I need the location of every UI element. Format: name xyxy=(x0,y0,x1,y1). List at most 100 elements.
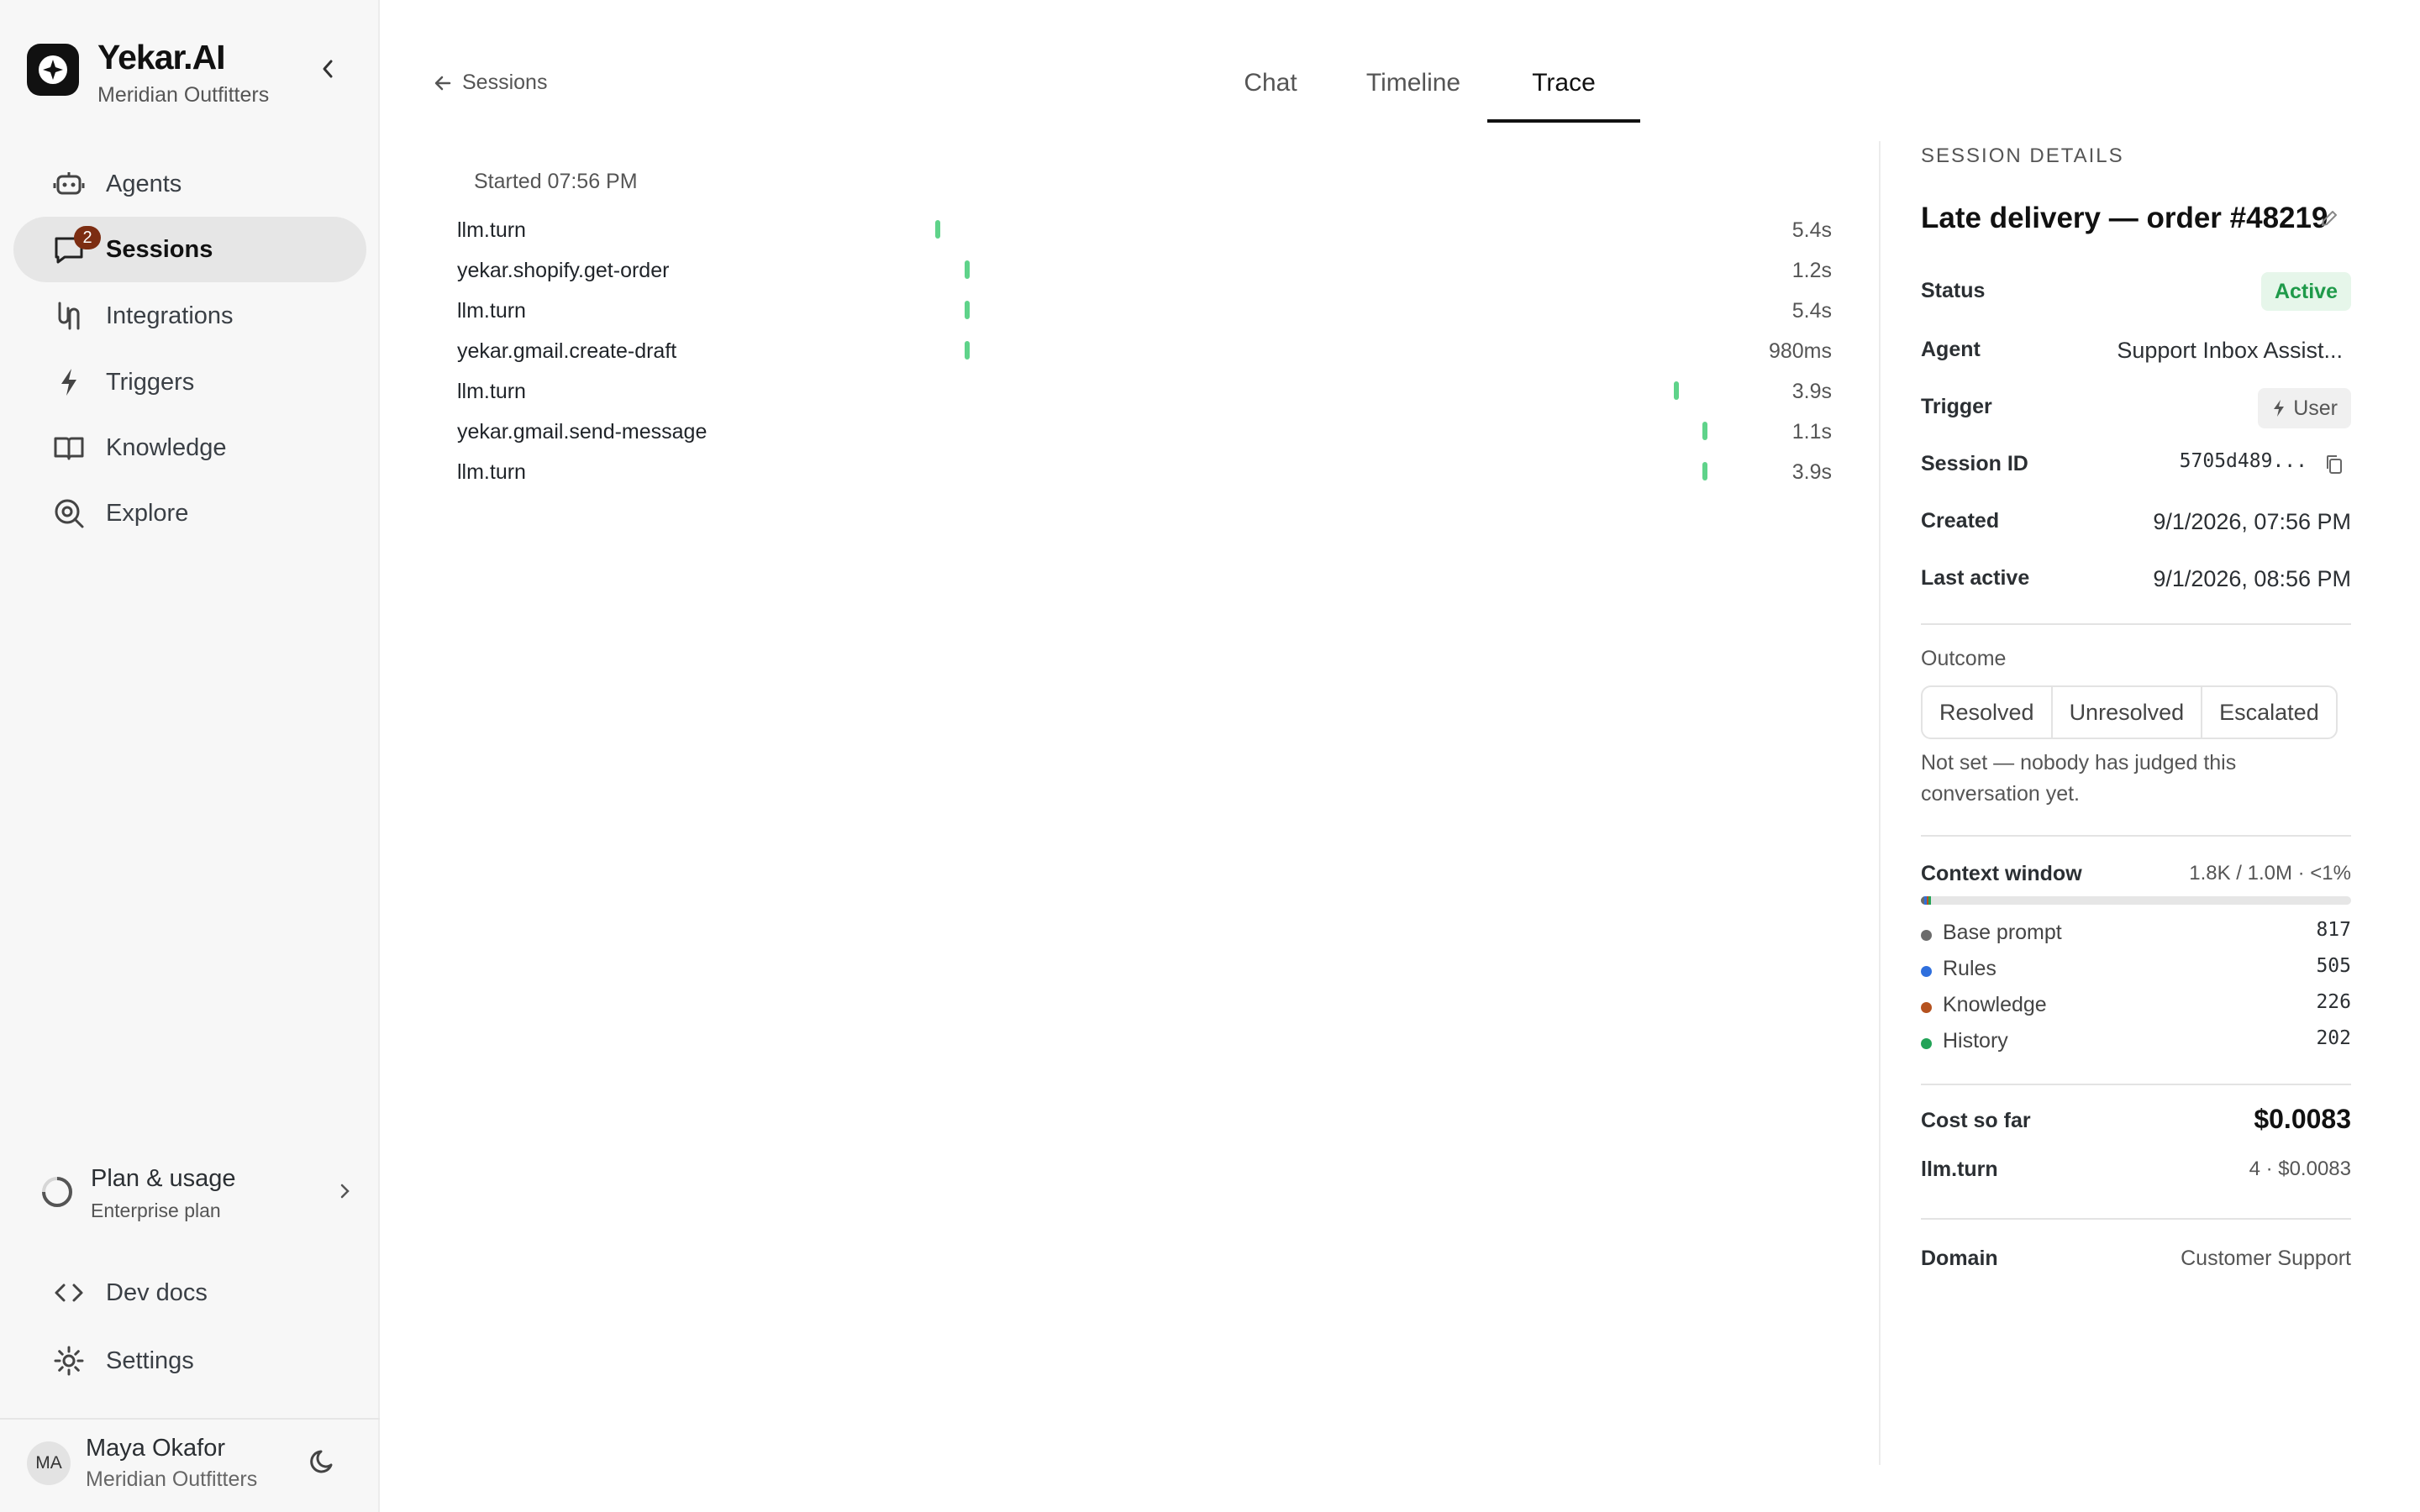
session-id-label: Session ID xyxy=(1921,452,2028,475)
context-item-value: 202 xyxy=(2316,1027,2351,1049)
trace-row[interactable]: yekar.gmail.send-message 1.1s xyxy=(457,415,1832,449)
cost-row: Cost so far $0.0083 xyxy=(1921,1102,2351,1144)
context-item: History 202 xyxy=(1921,1026,2351,1059)
explore-icon xyxy=(50,495,87,532)
outcome-label: Outcome xyxy=(1921,647,2007,670)
created-row: Created 9/1/2026, 07:56 PM xyxy=(1921,502,2351,544)
context-item: Rules 505 xyxy=(1921,953,2351,987)
chevron-left-icon xyxy=(323,60,333,78)
avatar: MA xyxy=(27,1441,71,1485)
context-item-value: 505 xyxy=(2316,955,2351,977)
copy-session-id-button[interactable] xyxy=(2324,454,2344,480)
span-bar xyxy=(1674,381,1679,400)
trace-row[interactable]: llm.turn 5.4s xyxy=(457,213,1832,247)
collapse-sidebar-button[interactable] xyxy=(313,54,343,84)
session-id-row: Session ID 5705d489... xyxy=(1921,445,2351,487)
sidebar-item-sessions[interactable]: 2 Sessions xyxy=(13,217,366,282)
org-name: Meridian Outfitters xyxy=(97,83,270,108)
session-title: Late delivery — order #48219 xyxy=(1921,202,2328,234)
sidebar-item-integrations[interactable]: Integrations xyxy=(13,283,366,349)
trace-row[interactable]: llm.turn 3.9s xyxy=(457,375,1832,408)
sidebar-item-knowledge[interactable]: Knowledge xyxy=(13,415,366,480)
edit-title-button[interactable] xyxy=(2319,208,2339,233)
span-duration: 980ms xyxy=(1768,339,1832,363)
sidebar-item-explore[interactable]: Explore xyxy=(13,480,366,546)
context-item-name: Base prompt xyxy=(1943,921,2062,944)
sidebar-item-label: Knowledge xyxy=(106,433,227,461)
trace-row[interactable]: yekar.gmail.create-draft 980ms xyxy=(457,334,1832,368)
sidebar-item-label: Triggers xyxy=(106,368,195,396)
code-icon xyxy=(50,1274,87,1311)
pencil-icon xyxy=(2322,211,2337,226)
logo-icon xyxy=(27,44,79,96)
copy-icon xyxy=(2327,455,2342,474)
span-bar xyxy=(935,220,940,239)
theme-toggle-button[interactable] xyxy=(309,1446,339,1481)
user-name: Maya Okafor xyxy=(86,1435,225,1462)
sidebar-item-triggers[interactable]: Triggers xyxy=(13,349,366,415)
span-bar xyxy=(965,301,970,319)
chevron-right-icon xyxy=(339,1181,351,1205)
span-name: llm.turn xyxy=(457,460,526,484)
plan-usage-link[interactable]: Plan & usage Enterprise plan xyxy=(40,1158,351,1230)
span-duration: 5.4s xyxy=(1791,218,1832,242)
divider xyxy=(1921,835,2351,837)
settings-link[interactable]: Settings xyxy=(13,1331,366,1390)
notification-badge: 2 xyxy=(74,226,101,249)
cost-label: Cost so far xyxy=(1921,1109,2031,1132)
tab-timeline[interactable]: Timeline xyxy=(1338,54,1489,123)
span-name: llm.turn xyxy=(457,299,526,323)
context-usage-bar xyxy=(1921,896,2351,905)
back-to-sessions-link[interactable]: Sessions xyxy=(434,71,547,95)
trigger-label: Trigger xyxy=(1921,395,1992,418)
trace-row[interactable]: llm.turn 5.4s xyxy=(457,294,1832,328)
color-dot xyxy=(1921,1038,1932,1049)
context-item-value: 817 xyxy=(2316,919,2351,941)
session-id-value: 5705d489... xyxy=(2179,450,2307,472)
cost-breakdown-row: llm.turn 4 · $0.0083 xyxy=(1921,1151,2351,1193)
tab-chat[interactable]: Chat xyxy=(1212,54,1329,123)
agent-link[interactable]: Support Inbox Assist... xyxy=(2117,338,2343,364)
span-name: yekar.shopify.get-order xyxy=(457,259,670,282)
panel-heading: SESSION DETAILS xyxy=(1921,144,2124,167)
span-duration: 3.9s xyxy=(1791,460,1832,484)
color-dot xyxy=(1921,1002,1932,1013)
user-menu[interactable]: MA Maya Okafor Meridian Outfitters xyxy=(27,1435,257,1492)
cost-item-value: 4 · $0.0083 xyxy=(2249,1158,2351,1180)
sidebar-item-label: Integrations xyxy=(106,302,234,329)
trace-row[interactable]: yekar.shopify.get-order 1.2s xyxy=(457,254,1832,287)
arrow-left-icon xyxy=(434,76,451,90)
status-row: Status Active xyxy=(1921,272,2351,314)
brand[interactable]: Yekar.AI Meridian Outfitters xyxy=(27,38,270,108)
outcome-unresolved-button[interactable]: Unresolved xyxy=(2053,687,2203,738)
outcome-escalated-button[interactable]: Escalated xyxy=(2202,687,2336,738)
agent-label: Agent xyxy=(1921,338,1981,361)
bolt-icon xyxy=(2274,400,2285,417)
span-name: llm.turn xyxy=(457,380,526,403)
context-item-name: Knowledge xyxy=(1943,993,2047,1016)
divider xyxy=(0,1418,380,1420)
sidebar: Yekar.AI Meridian Outfitters Agents 2 Se… xyxy=(0,0,380,1512)
last-active-value: 9/1/2026, 08:56 PM xyxy=(2153,566,2351,591)
outcome-resolved-button[interactable]: Resolved xyxy=(1923,687,2053,738)
sidebar-item-agents[interactable]: Agents xyxy=(13,151,366,217)
span-bar xyxy=(1702,422,1707,440)
user-org: Meridian Outfitters xyxy=(86,1467,258,1491)
span-duration: 1.1s xyxy=(1791,420,1832,444)
trigger-badge: User xyxy=(2258,388,2351,428)
dev-docs-link[interactable]: Dev docs xyxy=(13,1263,366,1322)
domain-label: Domain xyxy=(1921,1247,1998,1270)
span-name: llm.turn xyxy=(457,218,526,242)
ctx-seg-history xyxy=(1928,896,1931,905)
app-name: Yekar.AI xyxy=(97,38,226,76)
tab-trace[interactable]: Trace xyxy=(1487,54,1640,123)
context-item: Base prompt 817 xyxy=(1921,917,2351,951)
plan-subtitle: Enterprise plan xyxy=(91,1200,221,1221)
status-badge: Active xyxy=(2260,272,2351,311)
dev-docs-label: Dev docs xyxy=(106,1278,208,1306)
trace-start-time: Started 07:56 PM xyxy=(474,170,638,193)
trace-row[interactable]: llm.turn 3.9s xyxy=(457,455,1832,489)
cost-value: $0.0083 xyxy=(2254,1104,2351,1134)
settings-label: Settings xyxy=(106,1347,194,1374)
span-duration: 3.9s xyxy=(1791,380,1832,403)
